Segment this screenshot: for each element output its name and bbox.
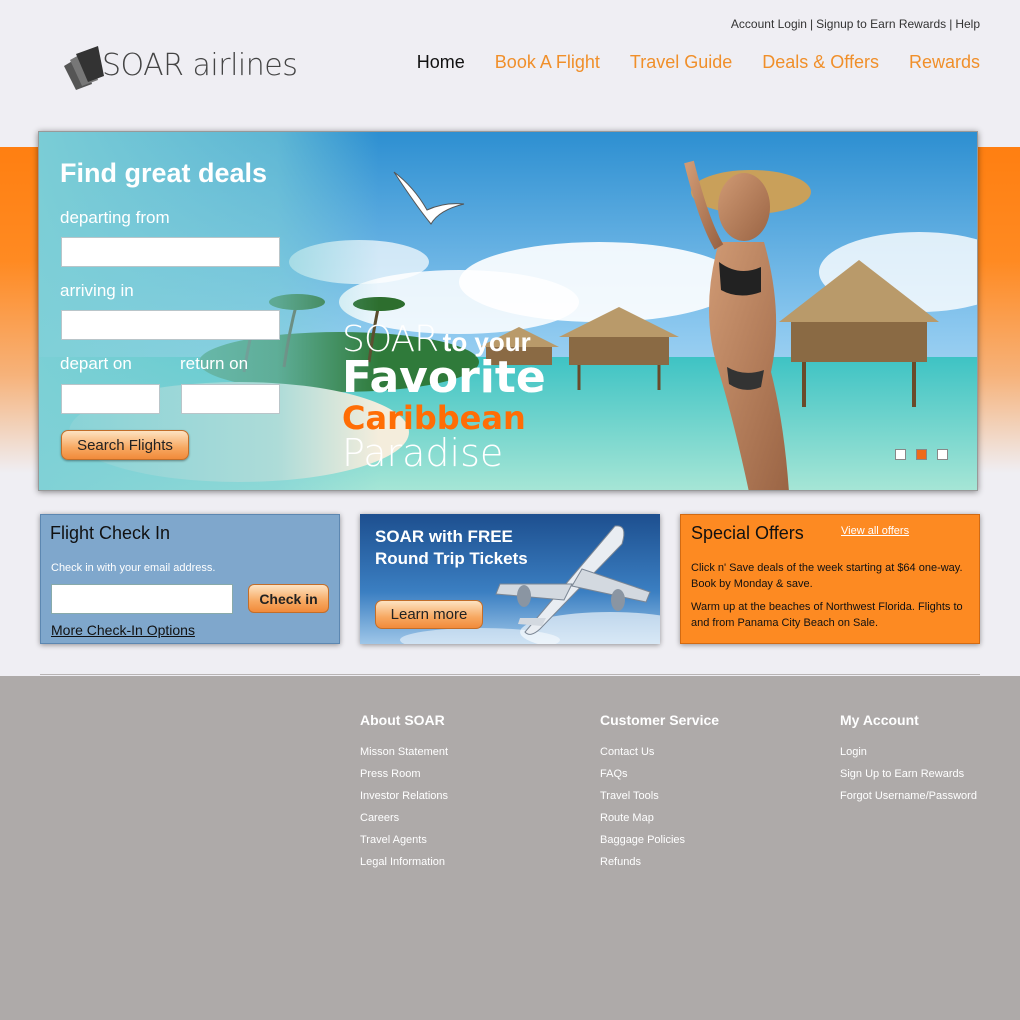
footer-link[interactable]: Forgot Username/Password [840, 790, 977, 812]
nav-book-a-flight[interactable]: Book A Flight [495, 52, 600, 73]
utility-links: Account Login | Signup to Earn Rewards | Hel… [731, 17, 980, 31]
free-tickets-promo[interactable]: SOAR with FREE Round Trip Tickets Learn … [360, 514, 660, 644]
nav-rewards[interactable]: Rewards [909, 52, 980, 73]
footer-account-heading: My Account [840, 712, 919, 728]
slogan-caribbean: Caribbean [342, 399, 526, 437]
promo-line-1: SOAR with FREE [375, 527, 513, 546]
footer-link[interactable]: Login [840, 746, 977, 768]
slide-indicators [895, 449, 948, 460]
footer-link[interactable]: Baggage Policies [600, 834, 719, 856]
footer-link[interactable]: Press Room [360, 768, 448, 790]
return-on-label: return on [180, 354, 249, 373]
footer-link[interactable]: Legal Information [360, 856, 448, 878]
footer-link[interactable]: Investor Relations [360, 790, 448, 812]
footer-link[interactable]: Travel Agents [360, 834, 448, 856]
nav-home[interactable]: Home [417, 52, 465, 73]
footer-link[interactable]: Sign Up to Earn Rewards [840, 768, 977, 790]
depart-on-label: depart on [60, 354, 132, 373]
footer-link[interactable]: Route Map [600, 812, 719, 834]
learn-more-button[interactable]: Learn more [375, 600, 483, 629]
footer-link[interactable]: Contact Us [600, 746, 719, 768]
arriving-in-input[interactable] [61, 310, 280, 340]
brand-name: SOAR airlines [102, 48, 298, 83]
site-footer: About SOAR Misson Statement Press Room I… [0, 676, 1020, 1020]
promo-headline: SOAR with FREE Round Trip Tickets [375, 526, 575, 570]
slide-dot-3[interactable] [937, 449, 948, 460]
nav-deals-offers[interactable]: Deals & Offers [762, 52, 879, 73]
help-link[interactable]: Help [955, 17, 980, 31]
main-navigation: Home Book A Flight Travel Guide Deals & … [417, 52, 980, 73]
more-check-in-options-link[interactable]: More Check-In Options [51, 622, 195, 638]
arriving-in-label: arriving in [60, 281, 134, 300]
find-deals-title: Find great deals [60, 158, 268, 188]
departing-from-label: departing from [60, 208, 170, 227]
slogan-paradise: Paradise [342, 431, 504, 475]
check-in-subtitle: Check in with your email address. [51, 562, 216, 574]
footer-divider [40, 674, 980, 675]
nav-travel-guide[interactable]: Travel Guide [630, 52, 732, 73]
signup-rewards-link[interactable]: Signup to Earn Rewards [816, 17, 946, 31]
footer-service-heading: Customer Service [600, 712, 720, 728]
offer-text-2: Warm up at the beaches of Northwest Flor… [691, 601, 963, 629]
footer-link[interactable]: Travel Tools [600, 790, 719, 812]
special-offers-title: Special Offers [691, 523, 804, 543]
separator: | [949, 17, 953, 31]
special-offers-panel: Special Offers View all offers Click n' … [680, 514, 980, 644]
return-on-date-input[interactable] [181, 384, 280, 414]
departing-from-input[interactable] [61, 237, 280, 267]
separator: | [809, 17, 814, 31]
search-flights-button[interactable]: Search Flights [61, 430, 189, 460]
slide-dot-2[interactable] [916, 449, 927, 460]
soar-logo[interactable]: SOAR airlines [62, 46, 298, 92]
find-deals-form: Find great deals departing from arriving… [39, 132, 339, 490]
check-in-button[interactable]: Check in [248, 584, 329, 613]
view-all-offers-link[interactable]: View all offers [841, 525, 909, 537]
slogan-favorite: Favorite [342, 352, 546, 403]
footer-link[interactable]: Misson Statement [360, 746, 448, 768]
footer-link[interactable]: FAQs [600, 768, 719, 790]
check-in-email-input[interactable] [51, 584, 233, 614]
logo-wing-icon [64, 46, 104, 90]
account-login-link[interactable]: Account Login [731, 17, 807, 31]
check-in-title: Flight Check In [50, 523, 171, 543]
footer-about-column: About SOAR Misson Statement Press Room I… [360, 712, 448, 878]
hero-banner: Find great deals departing from arriving… [38, 131, 978, 491]
slide-dot-1[interactable] [895, 449, 906, 460]
flight-check-in-panel: Flight Check In Check in with your email… [40, 514, 340, 644]
footer-about-heading: About SOAR [360, 712, 445, 728]
footer-service-column: Customer Service Contact Us FAQs Travel … [600, 712, 719, 878]
offer-text-1: Click n' Save deals of the week starting… [691, 562, 963, 590]
footer-account-column: My Account Login Sign Up to Earn Rewards… [840, 712, 977, 812]
footer-link[interactable]: Careers [360, 812, 448, 834]
footer-link[interactable]: Refunds [600, 856, 719, 878]
depart-on-date-input[interactable] [61, 384, 160, 414]
hero-slogan: SOAR to your Favorite Caribbean Paradise [342, 322, 546, 475]
promo-line-2: Round Trip Tickets [375, 549, 528, 568]
